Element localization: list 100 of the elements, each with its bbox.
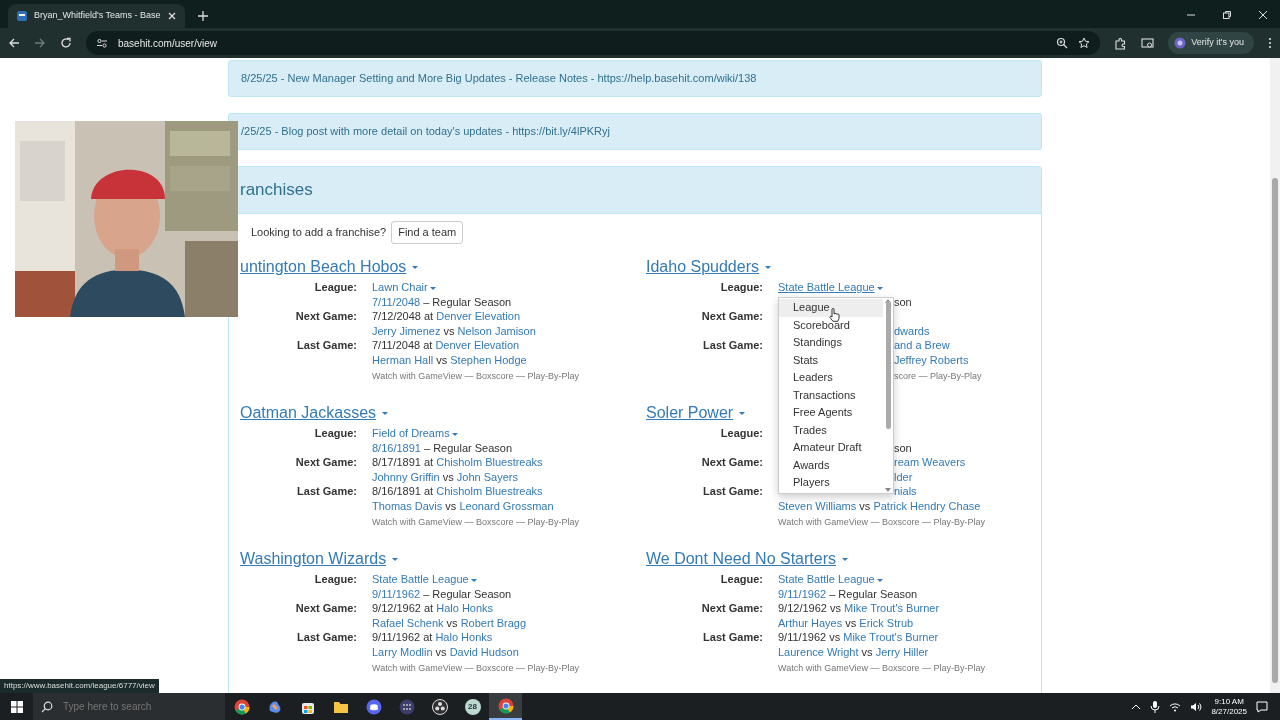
team-name-link[interactable]: untington Beach Hobos [240,256,419,278]
menu-item[interactable]: Transactions [779,386,883,404]
link[interactable]: 9/11/1962 [778,587,827,600]
link[interactable]: Halo Honks [436,602,494,615]
caret-icon [429,286,436,290]
menu-item[interactable]: Amateur Draft [779,439,883,457]
profile-button[interactable]: Verify it's you [1168,32,1254,54]
link[interactable]: Erick Strub [859,616,914,629]
extensions-icon [1114,36,1128,50]
field-label: Next Game: [295,602,357,615]
team-name-link[interactable]: Soler Power [646,402,746,424]
link[interactable]: ream Weavers [894,456,966,469]
page-scrollbar[interactable] [1270,58,1280,693]
field-label: Last Game: [703,339,763,352]
site-info-icon[interactable] [96,37,108,49]
link[interactable]: Larry Modlin [372,645,433,658]
scrollbar[interactable] [883,299,893,492]
side-panel-button[interactable] [1141,36,1155,50]
link[interactable]: nials [894,485,917,498]
game-info-text: 9/11/1962 vs Mike Trout's Burner [778,631,939,644]
link[interactable]: Arthur Hayes [778,616,843,629]
close-icon[interactable] [166,11,177,21]
zoom-icon[interactable] [1056,37,1069,49]
league-dropdown-link[interactable]: State Battle League [372,573,477,585]
link[interactable]: Johnny Griffin [372,470,440,483]
link[interactable]: John Sayers [456,470,518,483]
microphone-icon[interactable] [1150,700,1161,713]
link[interactable]: Patrick Hendry Chase [873,499,981,512]
scroll-down-icon[interactable] [885,487,891,492]
link[interactable]: and a Brew [894,339,950,352]
link[interactable]: 9/11/1962 [372,587,421,600]
address-bar[interactable]: basehit.com/user/view [86,31,1101,55]
link[interactable]: Mike Trout's Burner [844,602,940,615]
menu-item[interactable]: Standings [779,334,883,352]
team-name-link[interactable]: Washington Wizards [240,548,399,570]
volume-icon[interactable] [1190,701,1203,712]
link[interactable]: Chisholm Bluestreaks [436,456,543,469]
team-name-link[interactable]: We Dont Need No Starters [646,548,848,570]
field-label: Next Game: [701,456,763,469]
scroll-up-icon[interactable] [885,299,891,303]
url-text: basehit.com/user/view [118,36,217,51]
link[interactable]: Jerry Hiller [875,645,929,658]
league-dropdown-link[interactable]: Lawn Chair [372,281,436,293]
link[interactable]: Jeffrey Roberts [894,353,969,366]
screen-icon [1141,36,1155,50]
link[interactable]: Nelson Jamison [457,324,536,337]
menu-item[interactable]: Scoreboard [779,316,883,334]
close-icon[interactable] [1258,10,1268,20]
menu-button[interactable] [1268,37,1272,49]
link[interactable]: Halo Honks [435,631,493,644]
link[interactable]: Denver Elevation [435,339,520,352]
link[interactable]: Leonard Grossman [459,499,554,512]
plus-icon[interactable] [196,10,209,22]
reload-icon [60,37,72,49]
league-dropdown-link[interactable]: State Battle League [778,281,883,293]
menu-item[interactable]: Free Agents [779,404,883,422]
link[interactable]: Rafael Schenk [372,616,444,629]
link[interactable]: Steven Williams [778,499,857,512]
link[interactable]: Jerry Jimenez [372,324,441,337]
link[interactable]: 8/16/1891 [372,441,421,454]
link[interactable]: Stephen Hodge [450,353,527,366]
link[interactable]: Chisholm Bluestreaks [436,485,543,498]
taskbar-search-box[interactable]: Type here to search [33,693,225,720]
app-badge[interactable]: 28 [464,698,481,715]
link[interactable]: Laurence Wright [778,645,859,658]
notification-icon[interactable] [1256,700,1268,713]
game-info-text: 7/12/2048 at Denver Elevation [372,310,520,323]
link[interactable]: Robert Bragg [460,616,527,629]
menu-item[interactable]: Trades [779,421,883,439]
menu-item[interactable]: Leaders [779,369,883,387]
info-text: son [894,295,912,308]
link[interactable]: Herman Hall [372,353,434,366]
star-icon[interactable] [1078,37,1091,49]
league-dropdown-link[interactable]: State Battle League [778,573,883,585]
menu-item[interactable]: Stats [779,351,883,369]
link[interactable]: Thomas Davis [372,499,443,512]
menu-item[interactable]: League [779,299,883,317]
browser-app[interactable] [489,693,522,720]
wifi-icon[interactable] [1169,701,1182,712]
find-team-button[interactable]: Find a team [391,220,464,244]
link[interactable]: David Hudson [449,645,519,658]
restore-icon[interactable] [1222,10,1232,20]
reload-button[interactable] [60,37,72,49]
game-links-text: Watch with GameView — Boxscore — Play-By-Play [372,516,580,527]
link[interactable]: Denver Elevation [436,310,520,323]
link[interactable]: lder [894,470,913,483]
back-button[interactable] [8,37,20,49]
menu-item[interactable]: Players [779,474,883,492]
field-label: League: [314,573,357,585]
link[interactable]: dwards [894,324,930,337]
league-dropdown-link[interactable]: Field of Dreams [372,427,458,439]
aperture-icon [431,698,448,715]
extensions-button[interactable] [1114,36,1128,50]
taskbar-search-field[interactable]: Type here to search [61,698,225,715]
link[interactable]: 7/11/2048 [372,295,421,308]
browser-tab[interactable]: Bryan_Whitfield's Teams - Base [8,4,185,28]
team-name-link[interactable]: Idaho Spudders [646,256,771,278]
link[interactable]: Mike Trout's Burner [843,631,939,644]
menu-item[interactable]: Awards [779,456,883,474]
team-name-link[interactable]: Oatman Jackasses [240,402,389,424]
